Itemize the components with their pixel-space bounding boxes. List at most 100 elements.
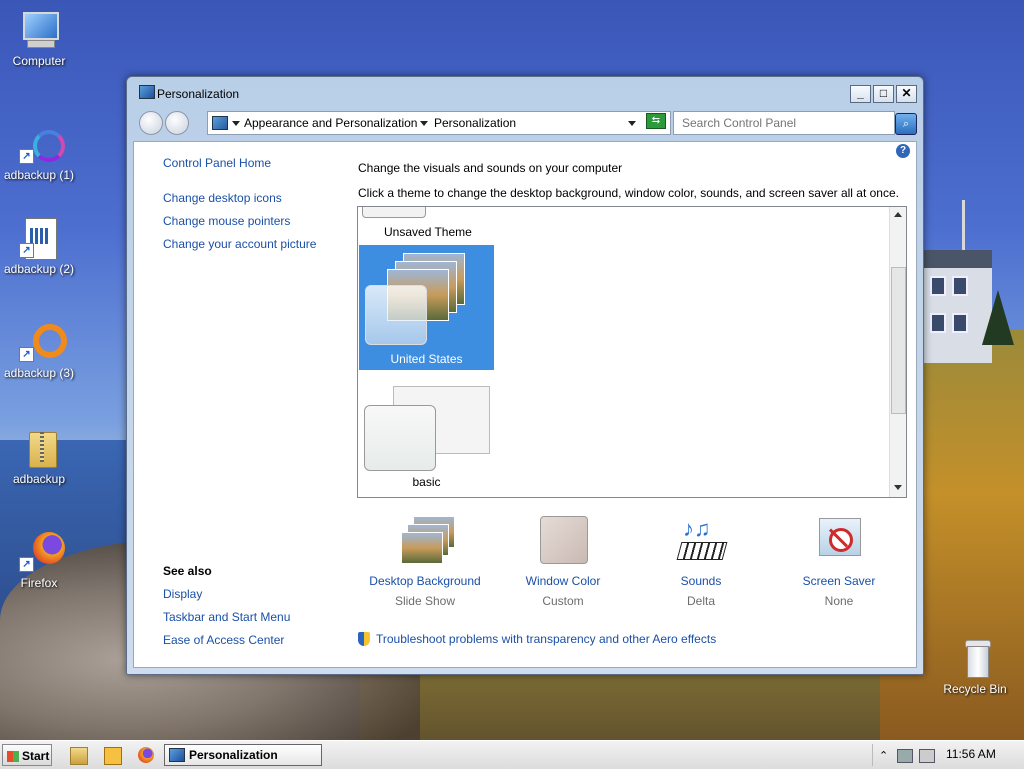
shortcut-arrow-icon: ↗ bbox=[19, 557, 34, 572]
computer-icon bbox=[19, 10, 59, 50]
screen-saver-icon bbox=[813, 516, 865, 566]
control-panel-icon bbox=[212, 116, 228, 130]
arrow-down-icon bbox=[894, 485, 902, 490]
desktop-icon-computer[interactable]: Computer bbox=[0, 10, 84, 68]
address-bar: Appearance and Personalization Personali… bbox=[135, 109, 917, 137]
zip-folder-icon bbox=[19, 428, 59, 468]
desktop-icon-adbackup[interactable]: adbackup bbox=[0, 428, 84, 486]
network-icon[interactable] bbox=[897, 749, 913, 763]
setting-name: Window Color bbox=[525, 574, 601, 588]
theme-list: Unsaved Theme United States basic bbox=[357, 206, 907, 498]
scroll-up-button[interactable] bbox=[890, 207, 906, 223]
breadcrumb[interactable]: Appearance and Personalization Personali… bbox=[207, 111, 671, 135]
theme-label-basic: basic bbox=[412, 475, 441, 489]
change-mouse-pointers-link[interactable]: Change mouse pointers bbox=[163, 214, 290, 228]
taskbar: Start Personalization ⌃ bbox=[0, 740, 1024, 769]
theme-label-united-states: United States bbox=[390, 352, 463, 366]
search-box bbox=[673, 111, 895, 135]
theme-basic[interactable]: basic bbox=[359, 383, 494, 493]
close-button[interactable]: ✕ bbox=[896, 85, 917, 103]
desktop-icon-label: Recycle Bin bbox=[943, 682, 1007, 696]
content-pane: ? Control Panel Home Change desktop icon… bbox=[133, 141, 917, 668]
desktop-icon-adbackup-2[interactable]: ↗ adbackup (2) bbox=[0, 218, 84, 276]
help-icon[interactable]: ? bbox=[896, 144, 910, 158]
refresh-icon[interactable]: ⇆ bbox=[646, 113, 666, 129]
change-desktop-icons-link[interactable]: Change desktop icons bbox=[163, 191, 282, 205]
window-color-setting[interactable]: Window Color Custom bbox=[498, 516, 628, 608]
adbackup-app-icon: ↗ bbox=[19, 124, 65, 164]
control-panel-icon bbox=[169, 748, 185, 762]
shortcut-arrow-icon: ↗ bbox=[19, 243, 34, 258]
setting-name: Desktop Background bbox=[369, 574, 481, 588]
setting-name: Sounds bbox=[680, 574, 722, 588]
desktop-icon-firefox[interactable]: ↗ Firefox bbox=[0, 532, 84, 590]
window-title: Personalization bbox=[157, 87, 240, 101]
breadcrumb-item-personalization[interactable]: Personalization bbox=[434, 116, 516, 130]
desktop-background-setting[interactable]: Desktop Background Slide Show bbox=[360, 516, 490, 608]
taskbar-button-personalization[interactable]: Personalization bbox=[164, 744, 322, 766]
breadcrumb-item-appearance[interactable]: Appearance and Personalization bbox=[244, 116, 417, 130]
screen-saver-setting[interactable]: Screen Saver None bbox=[774, 516, 904, 608]
title-bar[interactable]: Personalization _ □ ✕ bbox=[127, 77, 923, 107]
shortcut-arrow-icon: ↗ bbox=[19, 347, 34, 362]
taskbar-clock[interactable]: 11:56 AM bbox=[946, 747, 996, 761]
firefox-icon[interactable] bbox=[138, 747, 154, 763]
see-also-heading: See also bbox=[163, 564, 212, 578]
control-panel-home-link[interactable]: Control Panel Home bbox=[163, 156, 271, 170]
change-account-picture-link[interactable]: Change your account picture bbox=[163, 237, 316, 251]
window-color-icon bbox=[537, 516, 589, 566]
desktop-icon-label: Firefox bbox=[20, 576, 58, 590]
theme-label-unsaved[interactable]: Unsaved Theme bbox=[384, 225, 472, 239]
chevron-down-icon[interactable] bbox=[420, 121, 428, 126]
setting-name: Screen Saver bbox=[802, 574, 876, 588]
start-button[interactable]: Start bbox=[2, 744, 52, 766]
desktop-icon-label: adbackup (3) bbox=[3, 366, 75, 380]
theme-list-scrollbar[interactable] bbox=[889, 207, 906, 497]
task-label: Personalization bbox=[189, 748, 278, 762]
arrow-up-icon bbox=[894, 212, 902, 217]
show-hidden-icons-icon[interactable]: ⌃ bbox=[879, 749, 888, 762]
firefox-icon: ↗ bbox=[19, 532, 65, 572]
setting-value: Slide Show bbox=[394, 594, 456, 608]
sounds-setting[interactable]: ♪♫ Sounds Delta bbox=[636, 516, 766, 608]
ring-app-icon: ↗ bbox=[19, 322, 67, 362]
search-icon[interactable]: ⌕ bbox=[895, 113, 917, 135]
control-panel-icon bbox=[139, 85, 155, 99]
start-label: Start bbox=[22, 749, 50, 763]
scroll-thumb[interactable] bbox=[891, 267, 906, 414]
theme-united-states[interactable]: United States bbox=[359, 245, 494, 370]
setting-value: Delta bbox=[686, 594, 715, 608]
page-subheading: Click a theme to change the desktop back… bbox=[358, 186, 899, 200]
volume-muted-icon[interactable] bbox=[919, 749, 935, 763]
address-dropdown-icon[interactable] bbox=[628, 121, 636, 126]
desktop-icon-label: adbackup (2) bbox=[3, 262, 75, 276]
window-glass-preview bbox=[365, 285, 427, 345]
maximize-button[interactable]: □ bbox=[873, 85, 894, 103]
display-link[interactable]: Display bbox=[163, 587, 202, 601]
back-button[interactable] bbox=[139, 111, 163, 135]
windows-flag-icon bbox=[7, 751, 19, 762]
desktop-wallpaper-tree bbox=[982, 290, 1014, 345]
desktop-icon-adbackup-1[interactable]: ↗ adbackup (1) bbox=[0, 124, 84, 182]
forward-button[interactable] bbox=[165, 111, 189, 135]
desktop-icon-label: adbackup bbox=[12, 472, 66, 486]
taskbar-start-menu-link[interactable]: Taskbar and Start Menu bbox=[163, 610, 290, 624]
media-player-icon[interactable] bbox=[104, 747, 122, 765]
minimize-button[interactable]: _ bbox=[850, 85, 871, 103]
shortcut-arrow-icon: ↗ bbox=[19, 149, 34, 164]
shield-icon bbox=[358, 632, 370, 646]
desktop-icon-recycle-bin[interactable]: Recycle Bin bbox=[930, 638, 1020, 696]
setting-value: Custom bbox=[542, 594, 584, 608]
explorer-icon[interactable] bbox=[70, 747, 88, 765]
search-input[interactable] bbox=[680, 115, 884, 131]
desktop-icon-adbackup-3[interactable]: ↗ adbackup (3) bbox=[0, 322, 84, 380]
scroll-down-button[interactable] bbox=[890, 480, 906, 496]
troubleshoot-label: Troubleshoot problems with transparency … bbox=[376, 632, 717, 646]
desktop-icon-label: adbackup (1) bbox=[3, 168, 75, 182]
page-heading: Change the visuals and sounds on your co… bbox=[358, 161, 623, 175]
chevron-down-icon[interactable] bbox=[232, 121, 240, 126]
theme-thumbnail[interactable] bbox=[362, 207, 426, 218]
desktop-background-icon bbox=[399, 516, 455, 566]
troubleshoot-aero-link[interactable]: Troubleshoot problems with transparency … bbox=[358, 632, 716, 646]
ease-of-access-link[interactable]: Ease of Access Center bbox=[163, 633, 284, 647]
